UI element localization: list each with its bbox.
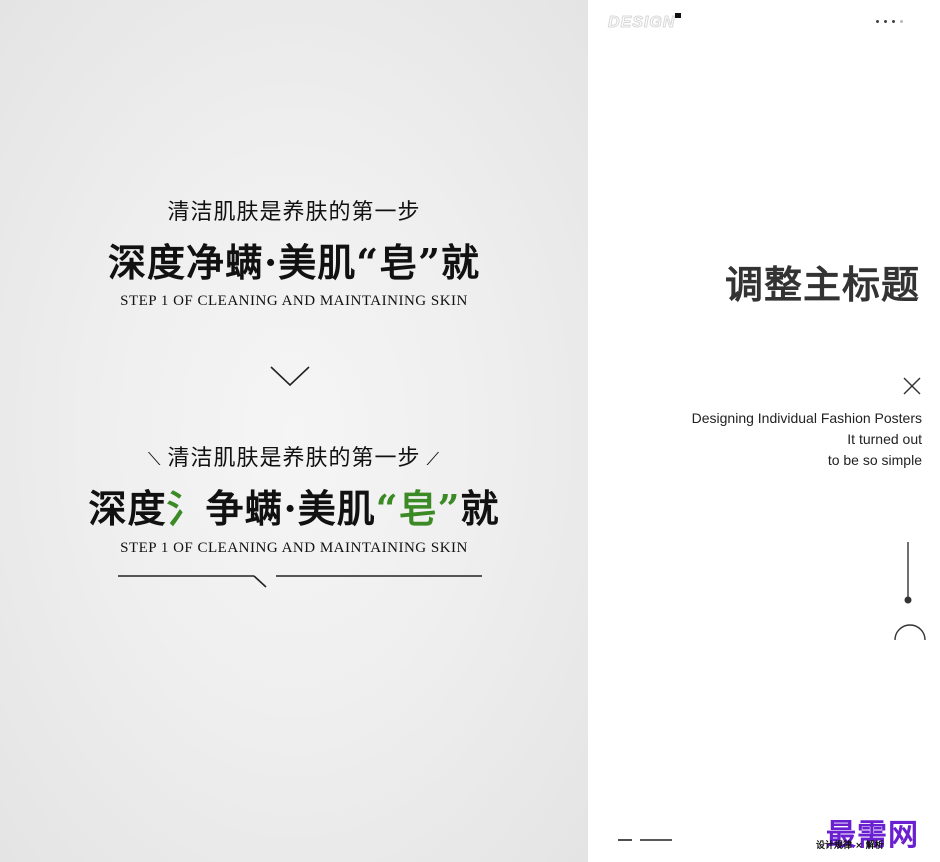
poster-title-2: 深度氵争螨·美肌“皂”就	[0, 478, 588, 533]
title-part-2: 氵	[166, 486, 206, 531]
more-dots-icon[interactable]	[876, 20, 903, 23]
brand-mark	[675, 13, 681, 18]
poster-subtitle-2-text: 清洁肌肤是养肤的第一步	[167, 446, 421, 471]
chevron-down-icon	[270, 366, 310, 387]
arc-icon	[894, 624, 926, 641]
slash-right-icon: ⟋	[426, 448, 441, 470]
poster-subtitle-1: 清洁肌肤是养肤的第一步	[167, 200, 421, 225]
right-panel: DESIGN 调整主标题 Designing Individual Fashio…	[588, 0, 940, 862]
notched-divider	[118, 575, 482, 588]
poster-caption-1: STEP 1 OF CLEANING AND MAINTAINING SKIN	[120, 293, 468, 309]
pin-line-icon	[904, 542, 912, 604]
poster-caption-2: STEP 1 OF CLEANING AND MAINTAINING SKIN	[120, 540, 468, 556]
title-part-5: 就	[460, 486, 500, 531]
brand-label: DESIGN	[607, 14, 676, 32]
main-title: 调整主标题	[724, 263, 920, 307]
title-part-3: 争螨·美肌	[205, 486, 376, 531]
footer-text: 设计规律 × 解析	[816, 841, 884, 851]
description-line-2: It turned out	[847, 431, 922, 447]
slash-left-icon: ⟍	[147, 448, 162, 470]
description-line-1: Designing Individual Fashion Posters	[691, 410, 922, 426]
poster-panel: 清洁肌肤是养肤的第一步 深度净螨·美肌“皂”就 STEP 1 OF CLEANI…	[0, 0, 588, 862]
title-part-1: 深度	[88, 486, 167, 531]
close-icon[interactable]	[900, 374, 924, 398]
title-part-4: “皂”	[375, 486, 461, 531]
poster-subtitle-2: ⟍ 清洁肌肤是养肤的第一步 ⟋	[0, 440, 588, 472]
dash-lines-icon	[618, 839, 672, 841]
description: Designing Individual Fashion Posters It …	[692, 408, 922, 471]
description-line-3: to be so simple	[827, 452, 922, 468]
poster-title-1: 深度净螨·美肌“皂”就	[108, 240, 480, 285]
